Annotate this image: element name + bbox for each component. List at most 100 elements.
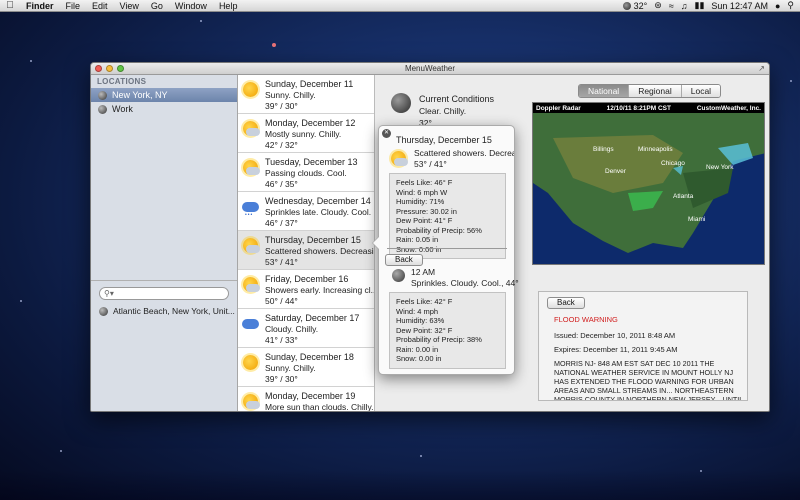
detail-line: Rain: 0.00 in: [396, 344, 439, 354]
forecast-temps: 46° / 37°: [265, 218, 298, 228]
moon-icon: [391, 93, 411, 113]
day-detail-popover: ✕ Thursday, December 15 Scattered shower…: [372, 125, 519, 375]
detail-line: Dew Point: 41° F: [396, 216, 453, 225]
forecast-desc: Sprinkles late. Cloudy. Cool.: [265, 207, 372, 217]
radar-map-image: Billings Minneapolis Chicago New York De…: [533, 113, 764, 264]
forecast-row[interactable]: Tuesday, December 13 Passing clouds. Coo…: [238, 153, 374, 192]
popover-summary: Scattered showers. Decrea... 53° / 41°: [390, 148, 514, 170]
radar-map[interactable]: Doppler Radar 12/10/11 8:21PM CST Custom…: [532, 102, 765, 265]
window-titlebar[interactable]: MenuWeather ↗: [91, 63, 769, 75]
sun-icon: [242, 354, 260, 372]
close-window-button[interactable]: [95, 65, 102, 72]
forecast-day: Tuesday, December 13: [265, 157, 358, 167]
star: [30, 60, 32, 62]
forecast-day: Monday, December 19: [265, 391, 356, 401]
forecast-text: Sunday, December 18 Sunny. Chilly. 39° /…: [265, 352, 374, 386]
menu-go[interactable]: Go: [145, 1, 169, 11]
menu-window[interactable]: Window: [169, 1, 213, 11]
forecast-row[interactable]: Sunday, December 11 Sunny. Chilly. 39° /…: [238, 75, 374, 114]
forecast-day: Sunday, December 11: [265, 79, 354, 89]
close-icon[interactable]: ✕: [382, 129, 391, 138]
menu-app-name[interactable]: Finder: [20, 1, 60, 11]
city-label: Minneapolis: [638, 146, 673, 153]
forecast-text: Monday, December 19 More sun than clouds…: [265, 391, 374, 412]
alert-back-button[interactable]: Back: [547, 297, 585, 309]
location-item-new-york[interactable]: New York, NY: [91, 88, 237, 102]
menuweather-status[interactable]: 32°: [622, 1, 647, 11]
forecast-text: Friday, December 16 Showers early. Incre…: [265, 274, 374, 308]
popover-back-button[interactable]: Back: [385, 254, 423, 266]
locations-header: LOCATIONS: [97, 77, 147, 86]
apple-menu-icon[interactable]: : [0, 0, 20, 11]
star: [200, 20, 202, 22]
window-title: MenuWeather: [404, 64, 456, 73]
city-label: Billings: [593, 146, 614, 153]
forecast-text: Saturday, December 17 Cloudy. Chilly. 41…: [265, 313, 374, 347]
minimize-window-button[interactable]: [106, 65, 113, 72]
partly-cloudy-icon: [242, 393, 260, 411]
detail-line: Rain: 0.05 in: [396, 235, 439, 244]
menu-file[interactable]: File: [60, 1, 87, 11]
search-result-label: Atlantic Beach, New York, Unit...: [113, 306, 235, 316]
forecast-row[interactable]: Monday, December 19 More sun than clouds…: [238, 387, 374, 412]
volume-icon[interactable]: ♫: [681, 1, 688, 11]
forecast-row[interactable]: Monday, December 12 Mostly sunny. Chilly…: [238, 114, 374, 153]
search-result-item[interactable]: Atlantic Beach, New York, Unit...: [91, 300, 237, 316]
forecast-row[interactable]: ••• Wednesday, December 14 Sprinkles lat…: [238, 192, 374, 231]
tab-local[interactable]: Local: [681, 85, 721, 97]
current-conditions: Current Conditions Clear. Chilly. 32°: [391, 93, 494, 129]
city-label: Denver: [605, 168, 627, 175]
forecast-temps: 53° / 41°: [265, 257, 298, 267]
partly-cloudy-icon: [242, 159, 260, 177]
cloud-icon: [242, 315, 260, 333]
user-icon[interactable]: ●: [775, 1, 780, 11]
popover-day: Thursday, December 15: [396, 135, 492, 145]
forecast-day: Sunday, December 18: [265, 352, 354, 362]
detail-line: Feels Like: 46° F: [396, 178, 453, 187]
detail-line: Snow: 0.00 in: [396, 244, 442, 254]
menu-help[interactable]: Help: [213, 1, 244, 11]
forecast-desc: Sunny. Chilly.: [265, 363, 316, 373]
partly-cloudy-icon: [242, 237, 260, 255]
location-label: New York, NY: [112, 90, 168, 100]
moon-icon: [99, 306, 108, 316]
current-conditions-text: Current Conditions Clear. Chilly. 32°: [419, 93, 494, 129]
city-label: Atlanta: [673, 193, 694, 200]
fullscreen-icon[interactable]: ↗: [758, 64, 765, 73]
forecast-desc: More sun than clouds. Chilly.: [265, 402, 374, 412]
menu-view[interactable]: View: [114, 1, 145, 11]
bluetooth-icon[interactable]: ⊛: [654, 0, 662, 11]
radar-timestamp: 12/10/11 8:21PM CST: [606, 104, 671, 112]
detail-line: Dew Point: 32° F: [396, 325, 453, 335]
detail-line: Probability of Precip: 38%: [396, 335, 482, 344]
menubar-clock[interactable]: Sun 12:47 AM: [711, 1, 768, 11]
forecast-row[interactable]: Friday, December 16 Showers early. Incre…: [238, 270, 374, 309]
forecast-row[interactable]: Saturday, December 17 Cloudy. Chilly. 41…: [238, 309, 374, 348]
location-item-work[interactable]: Work: [91, 102, 237, 116]
rain-icon: •••: [242, 198, 260, 218]
divider: [387, 248, 507, 249]
forecast-text: Monday, December 12 Mostly sunny. Chilly…: [265, 118, 374, 152]
forecast-text: Tuesday, December 13 Passing clouds. Coo…: [265, 157, 374, 191]
star: [272, 43, 276, 47]
menu-edit[interactable]: Edit: [86, 1, 114, 11]
location-search-input[interactable]: ⚲▾: [99, 287, 229, 300]
tab-regional[interactable]: Regional: [629, 85, 682, 97]
menubar:  Finder File Edit View Go Window Help 3…: [0, 0, 800, 12]
detail-line: Humidity: 63%: [396, 316, 445, 325]
forecast-desc: Passing clouds. Cool.: [265, 168, 347, 178]
radar-header-bar: Doppler Radar 12/10/11 8:21PM CST Custom…: [533, 103, 764, 113]
tab-national[interactable]: National: [579, 85, 630, 97]
wifi-icon[interactable]: ≈: [669, 1, 674, 11]
detail-line: Wind: 6 mph W: [396, 187, 448, 197]
forecast-row[interactable]: Sunday, December 18 Sunny. Chilly. 39° /…: [238, 348, 374, 387]
star: [20, 300, 22, 302]
battery-icon[interactable]: ▮▮: [695, 0, 705, 11]
forecast-temps: 46° / 35°: [265, 179, 298, 189]
forecast-temps: 39° / 30°: [265, 374, 298, 384]
zoom-window-button[interactable]: [117, 65, 124, 72]
city-label: Miami: [688, 216, 705, 223]
forecast-row-selected[interactable]: Thursday, December 15 Scattered showers.…: [238, 231, 374, 270]
alert-body: MORRIS NJ- 848 AM EST SAT DEC 10 2011 TH…: [554, 359, 744, 401]
spotlight-icon[interactable]: ⚲: [787, 0, 794, 11]
